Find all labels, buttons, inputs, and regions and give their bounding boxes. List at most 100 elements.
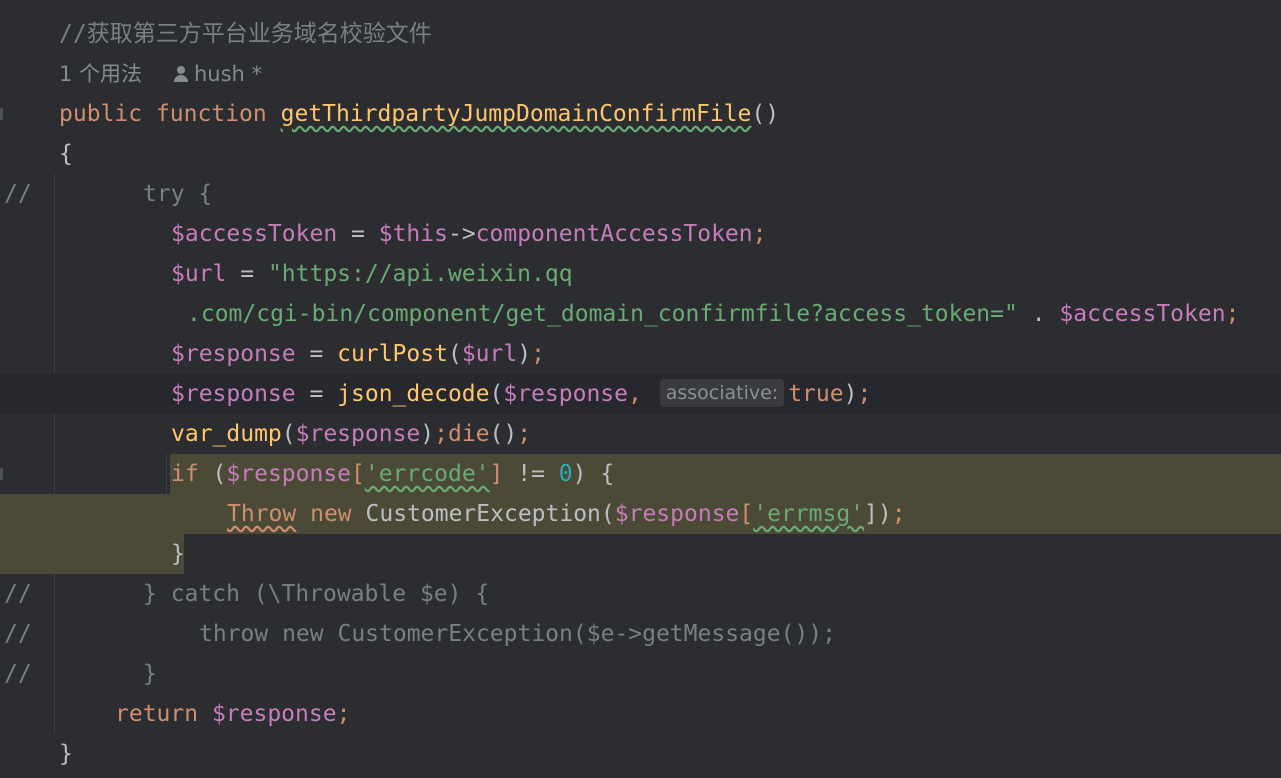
open-brace: { [59,141,73,167]
semicolon: ; [752,221,767,247]
paren: ( [447,341,462,367]
keyword-die: die [447,421,490,447]
variable: $response [171,341,296,367]
variable: $response [171,381,296,407]
operator: -> [447,221,476,247]
user-icon [174,66,188,82]
comma: , [627,381,642,407]
code-line[interactable]: //获取第三方平台业务域名校验文件 [0,14,1281,54]
paren: ) [420,421,435,447]
paren: ( [600,501,615,527]
parameter-hint: associative: [659,379,785,407]
paren: ) [517,341,532,367]
line-comment-marker: // [4,621,32,647]
code-line[interactable]: // throw new CustomerException($e->getMe… [0,614,1281,654]
variable: $response [503,381,628,407]
code-vision-line: 1 个用法 hush * [0,54,1281,94]
string-key: 'errmsg' [753,501,865,527]
code-line[interactable]: $accessToken = $this->componentAccessTok… [0,214,1281,254]
property: componentAccessToken [475,221,753,247]
code-line[interactable]: } [0,534,1281,574]
operator: = [295,341,338,367]
line-comment-marker: // [4,181,32,207]
semicolon: ; [1225,301,1240,327]
paren: ) [843,381,858,407]
semicolon: ; [531,341,545,367]
author-info[interactable]: hush * [174,54,262,94]
keyword-new: new [296,501,366,527]
string-literal: "https://api.weixin.qq [267,261,573,287]
bracket: [ [739,501,754,527]
semicolon: ; [857,381,872,407]
code-line[interactable]: { [0,134,1281,174]
variable: $response [226,461,352,487]
class-name[interactable]: CustomerException [366,501,601,527]
keyword-function: function [155,101,267,127]
operator: = [337,221,379,247]
catch-statement: } catch (\Throwable $e) { [143,581,490,607]
code-line[interactable]: public function getThirdpartyJumpDomainC… [0,94,1281,134]
variable: $accessToken [1059,301,1226,327]
doc-comment: //获取第三方平台业务域名校验文件 [59,21,432,47]
paren: ( [489,381,504,407]
keyword-if: if [171,461,199,487]
variable-this: $this [378,221,448,247]
usages-link[interactable]: 1 个用法 [59,54,142,94]
paren: ( [198,461,227,487]
semicolon: ; [891,501,906,527]
operator: . [1017,301,1060,327]
line-comment-marker: // [4,661,32,687]
close-brace: } [171,541,185,567]
operator: != [503,461,559,487]
code-line[interactable]: return $response; [0,694,1281,734]
code-line[interactable]: if ($response['errcode'] != 0) { [0,454,1281,494]
operator: = [295,381,338,407]
function-call[interactable]: json_decode [337,381,489,407]
fold-marker-icon[interactable] [0,468,3,480]
variable: $url [171,261,227,287]
fold-marker-icon[interactable] [0,108,3,120]
bracket: ]) [864,501,892,527]
variable: $response [198,701,337,727]
try-statement: try { [143,181,213,207]
number-literal: 0 [558,461,573,487]
code-line-wrapped[interactable]: .com/cgi-bin/component/get_domain_confir… [0,294,1281,334]
close-brace: } [143,661,157,687]
string-key: 'errcode' [364,461,490,487]
variable: $response [295,421,421,447]
code-line[interactable]: } [0,734,1281,774]
bracket: ] [489,461,504,487]
paren: ( [281,421,296,447]
close-brace: } [59,741,73,767]
code-editor[interactable]: //获取第三方平台业务域名校验文件 1 个用法 hush * public fu… [0,0,1281,778]
semicolon: ; [517,421,532,447]
variable: $response [614,501,740,527]
keyword-public: public [59,101,143,127]
variable: $url [461,341,518,367]
paren: () [489,421,518,447]
code-line[interactable]: // } [0,654,1281,694]
keyword-return: return [115,701,199,727]
semicolon: ; [434,421,448,447]
code-line[interactable]: Throw new CustomerException($response['e… [0,494,1281,534]
function-call[interactable]: curlPost [337,341,448,367]
code-line[interactable]: $response = curlPost($url); [0,334,1281,374]
brace: ) { [572,461,615,487]
keyword-throw: Throw [227,501,297,527]
code-line[interactable]: // } catch (\Throwable $e) { [0,574,1281,614]
parens: () [751,101,780,127]
code-line[interactable]: $url = "https://api.weixin.qq [0,254,1281,294]
variable: $accessToken [171,221,338,247]
author-name: hush * [194,62,263,86]
rethrow-statement: throw new CustomerException($e->getMessa… [199,621,836,647]
keyword-true: true [788,381,844,407]
code-line[interactable]: // try { [0,174,1281,214]
code-line-current[interactable]: $response = json_decode($response, assoc… [0,374,1281,414]
operator: = [226,261,268,287]
bracket: [ [351,461,365,487]
string-literal: .com/cgi-bin/component/get_domain_confir… [187,301,1018,327]
function-name[interactable]: getThirdpartyJumpDomainConfirmFile [281,101,752,127]
code-line[interactable]: var_dump($response);die(); [0,414,1281,454]
line-comment-marker: // [4,581,32,607]
function-call[interactable]: var_dump [171,421,282,447]
